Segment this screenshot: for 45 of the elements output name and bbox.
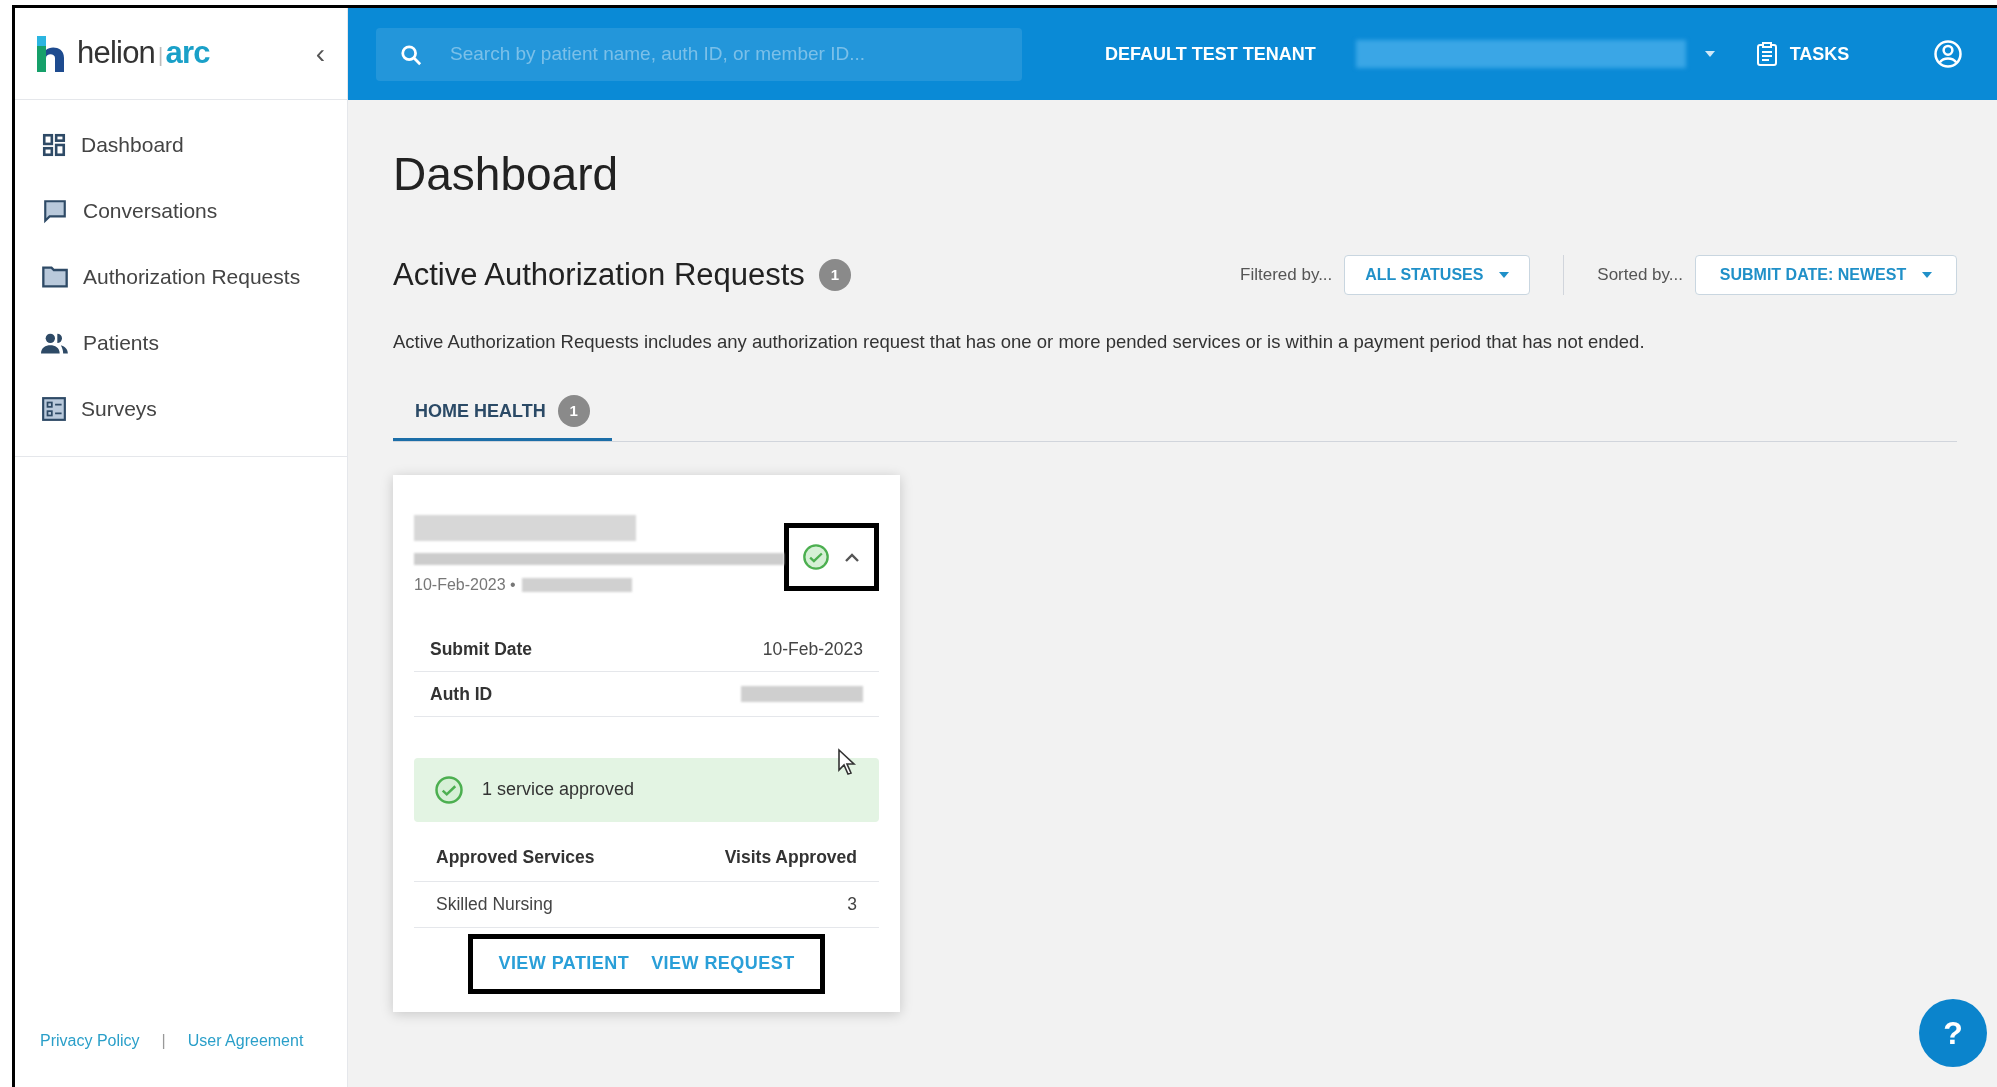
request-date: 10-Feb-2023 • xyxy=(414,574,516,595)
pointer-icon xyxy=(837,747,857,776)
sidebar-item[interactable]: Dashboard xyxy=(15,112,347,178)
sort-dropdown[interactable]: SUBMIT DATE: NEWEST xyxy=(1695,255,1957,295)
sidebar-item[interactable]: Authorization Requests xyxy=(15,244,347,310)
section-title: Active Authorization Requests xyxy=(393,255,805,294)
caret-icon xyxy=(1499,272,1510,278)
table-cell-text: 3 xyxy=(847,893,857,917)
folder-icon xyxy=(41,265,69,289)
field-value: 10-Feb-2023 xyxy=(762,637,863,661)
user-agreement-link[interactable]: User Agreement xyxy=(187,1029,304,1053)
sidebar-item[interactable]: Patients xyxy=(15,310,347,376)
dashboard-icon xyxy=(41,132,67,158)
survey-icon xyxy=(41,396,67,422)
column-header: Approved Services xyxy=(436,846,595,870)
footer-separator: | xyxy=(161,1031,166,1051)
clipboard-icon xyxy=(1755,42,1778,66)
field-label: Submit Date xyxy=(430,637,533,661)
count-badge: 1 xyxy=(818,259,851,291)
caret-icon xyxy=(1703,50,1716,58)
sidebar-item[interactable]: Conversations xyxy=(15,178,347,244)
view-request-button[interactable]: VIEW REQUEST xyxy=(651,950,795,978)
people-icon xyxy=(41,331,69,355)
chevron-icon xyxy=(843,551,860,562)
caret-icon xyxy=(1922,272,1933,278)
tasks-button[interactable]: TASKS xyxy=(1755,40,1850,68)
section-description: Active Authorization Requests includes any authorization request that has one or more pended services or is within a payment period that has not ended. xyxy=(393,330,1646,354)
table-cell-text: Skilled Nursing xyxy=(436,893,553,917)
logo-text: helion|arc xyxy=(77,34,210,73)
sidebar-item[interactable]: Surveys xyxy=(15,376,347,442)
privacy-policy-link[interactable]: Privacy Policy xyxy=(40,1029,140,1053)
tab[interactable]: HOME HEALTH 1 xyxy=(393,384,612,441)
tenant-name: DEFAULT TEST TENANT xyxy=(1105,42,1316,66)
collapse-button[interactable]: ‹ xyxy=(315,39,325,68)
view-patient-button[interactable]: VIEW PATIENT xyxy=(498,950,630,978)
search-icon xyxy=(400,43,422,66)
filter-label: Filtered by... xyxy=(1240,264,1333,287)
count-badge: 1 xyxy=(557,395,590,428)
account-icon[interactable] xyxy=(1933,39,1963,69)
page-title: Dashboard xyxy=(393,147,620,202)
field-label: Auth ID xyxy=(430,682,493,706)
filter-dropdown[interactable]: ALL STATUSES xyxy=(1344,255,1531,295)
sort-label: Sorted by... xyxy=(1597,264,1683,287)
column-header: Visits Approved xyxy=(724,846,857,870)
chat-icon xyxy=(41,198,69,224)
